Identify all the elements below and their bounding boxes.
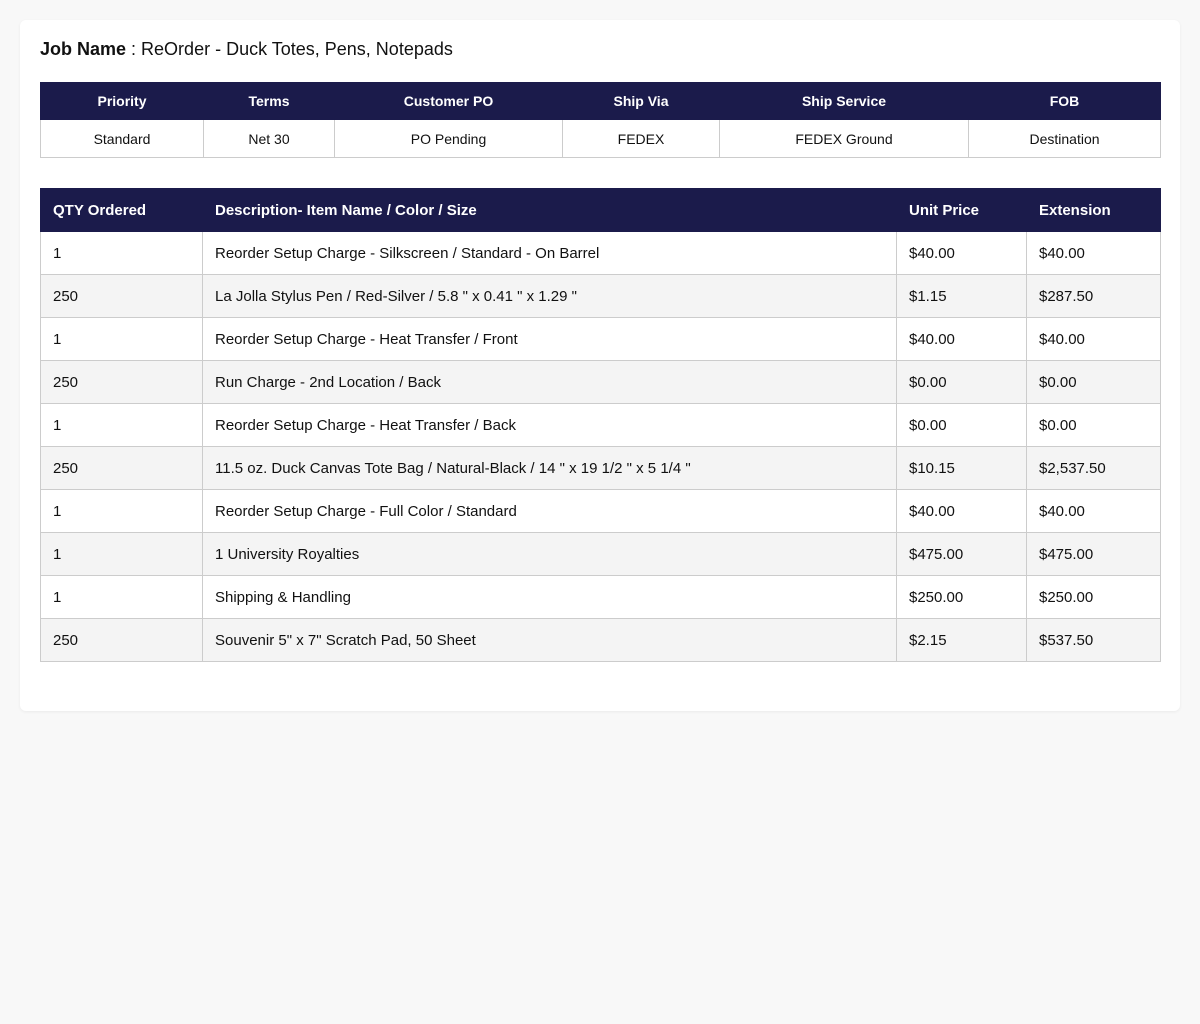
extension-cell: $250.00 bbox=[1026, 575, 1161, 619]
order-meta-table: Priority Terms Customer PO Ship Via Ship… bbox=[40, 82, 1161, 158]
unit-price-cell: $2.15 bbox=[896, 618, 1027, 662]
order-card: Job Name : ReOrder - Duck Totes, Pens, N… bbox=[20, 20, 1180, 711]
items-header-row: QTY Ordered Description- Item Name / Col… bbox=[40, 188, 1161, 232]
meta-header-ship-service: Ship Service bbox=[719, 82, 969, 120]
description-cell: Shipping & Handling bbox=[202, 575, 897, 619]
table-row: 1 Reorder Setup Charge - Heat Transfer /… bbox=[40, 403, 1161, 447]
description-cell: Reorder Setup Charge - Full Color / Stan… bbox=[202, 489, 897, 533]
table-row: 1 Reorder Setup Charge - Full Color / St… bbox=[40, 489, 1161, 533]
description-cell: 1 University Royalties bbox=[202, 532, 897, 576]
qty-cell: 250 bbox=[40, 274, 203, 318]
job-name-label: Job Name bbox=[40, 39, 127, 59]
description-cell: La Jolla Stylus Pen / Red-Silver / 5.8 "… bbox=[202, 274, 897, 318]
table-row: 1 Reorder Setup Charge - Heat Transfer /… bbox=[40, 317, 1161, 361]
qty-cell: 250 bbox=[40, 360, 203, 404]
qty-cell: 1 bbox=[40, 532, 203, 576]
extension-cell: $0.00 bbox=[1026, 360, 1161, 404]
description-cell: Reorder Setup Charge - Heat Transfer / B… bbox=[202, 403, 897, 447]
extension-cell: $475.00 bbox=[1026, 532, 1161, 576]
table-row: 250 La Jolla Stylus Pen / Red-Silver / 5… bbox=[40, 274, 1161, 318]
job-name-line: Job Name : ReOrder - Duck Totes, Pens, N… bbox=[40, 38, 453, 60]
unit-price-cell: $10.15 bbox=[896, 446, 1027, 490]
table-row: 1 1 University Royalties $475.00 $475.00 bbox=[40, 532, 1161, 576]
qty-cell: 1 bbox=[40, 489, 203, 533]
meta-value-terms: Net 30 bbox=[203, 119, 335, 158]
header-description: Description- Item Name / Color / Size bbox=[202, 188, 897, 232]
meta-value-ship-service: FEDEX Ground bbox=[719, 119, 969, 158]
extension-cell: $40.00 bbox=[1026, 231, 1161, 275]
qty-cell: 1 bbox=[40, 317, 203, 361]
description-cell: Reorder Setup Charge - Silkscreen / Stan… bbox=[202, 231, 897, 275]
description-cell: 11.5 oz. Duck Canvas Tote Bag / Natural-… bbox=[202, 446, 897, 490]
table-row: 250 Souvenir 5" x 7" Scratch Pad, 50 She… bbox=[40, 618, 1161, 662]
unit-price-cell: $40.00 bbox=[896, 317, 1027, 361]
qty-cell: 1 bbox=[40, 575, 203, 619]
extension-cell: $537.50 bbox=[1026, 618, 1161, 662]
unit-price-cell: $40.00 bbox=[896, 489, 1027, 533]
line-items-table: QTY Ordered Description- Item Name / Col… bbox=[40, 188, 1161, 662]
meta-value-customer-po: PO Pending bbox=[334, 119, 563, 158]
description-cell: Run Charge - 2nd Location / Back bbox=[202, 360, 897, 404]
extension-cell: $2,537.50 bbox=[1026, 446, 1161, 490]
qty-cell: 250 bbox=[40, 446, 203, 490]
unit-price-cell: $40.00 bbox=[896, 231, 1027, 275]
unit-price-cell: $1.15 bbox=[896, 274, 1027, 318]
qty-cell: 250 bbox=[40, 618, 203, 662]
meta-header-customer-po: Customer PO bbox=[334, 82, 563, 120]
meta-header-terms: Terms bbox=[203, 82, 335, 120]
meta-header-row: Priority Terms Customer PO Ship Via Ship… bbox=[40, 82, 1161, 120]
table-row: 1 Shipping & Handling $250.00 $250.00 bbox=[40, 575, 1161, 619]
table-row: 250 11.5 oz. Duck Canvas Tote Bag / Natu… bbox=[40, 446, 1161, 490]
unit-price-cell: $0.00 bbox=[896, 360, 1027, 404]
unit-price-cell: $475.00 bbox=[896, 532, 1027, 576]
qty-cell: 1 bbox=[40, 403, 203, 447]
job-name-value: ReOrder - Duck Totes, Pens, Notepads bbox=[141, 39, 453, 59]
meta-value-row: Standard Net 30 PO Pending FEDEX FEDEX G… bbox=[40, 119, 1161, 158]
table-row: 1 Reorder Setup Charge - Silkscreen / St… bbox=[40, 231, 1161, 275]
header-qty-ordered: QTY Ordered bbox=[40, 188, 203, 232]
meta-header-ship-via: Ship Via bbox=[562, 82, 720, 120]
meta-value-priority: Standard bbox=[40, 119, 204, 158]
meta-value-ship-via: FEDEX bbox=[562, 119, 720, 158]
job-name-separator: : bbox=[126, 39, 142, 59]
meta-header-fob: FOB bbox=[968, 82, 1161, 120]
meta-value-fob: Destination bbox=[968, 119, 1161, 158]
unit-price-cell: $250.00 bbox=[896, 575, 1027, 619]
qty-cell: 1 bbox=[40, 231, 203, 275]
description-cell: Reorder Setup Charge - Heat Transfer / F… bbox=[202, 317, 897, 361]
extension-cell: $287.50 bbox=[1026, 274, 1161, 318]
description-cell: Souvenir 5" x 7" Scratch Pad, 50 Sheet bbox=[202, 618, 897, 662]
extension-cell: $0.00 bbox=[1026, 403, 1161, 447]
extension-cell: $40.00 bbox=[1026, 489, 1161, 533]
unit-price-cell: $0.00 bbox=[896, 403, 1027, 447]
header-extension: Extension bbox=[1026, 188, 1161, 232]
extension-cell: $40.00 bbox=[1026, 317, 1161, 361]
header-unit-price: Unit Price bbox=[896, 188, 1027, 232]
table-row: 250 Run Charge - 2nd Location / Back $0.… bbox=[40, 360, 1161, 404]
meta-header-priority: Priority bbox=[40, 82, 204, 120]
